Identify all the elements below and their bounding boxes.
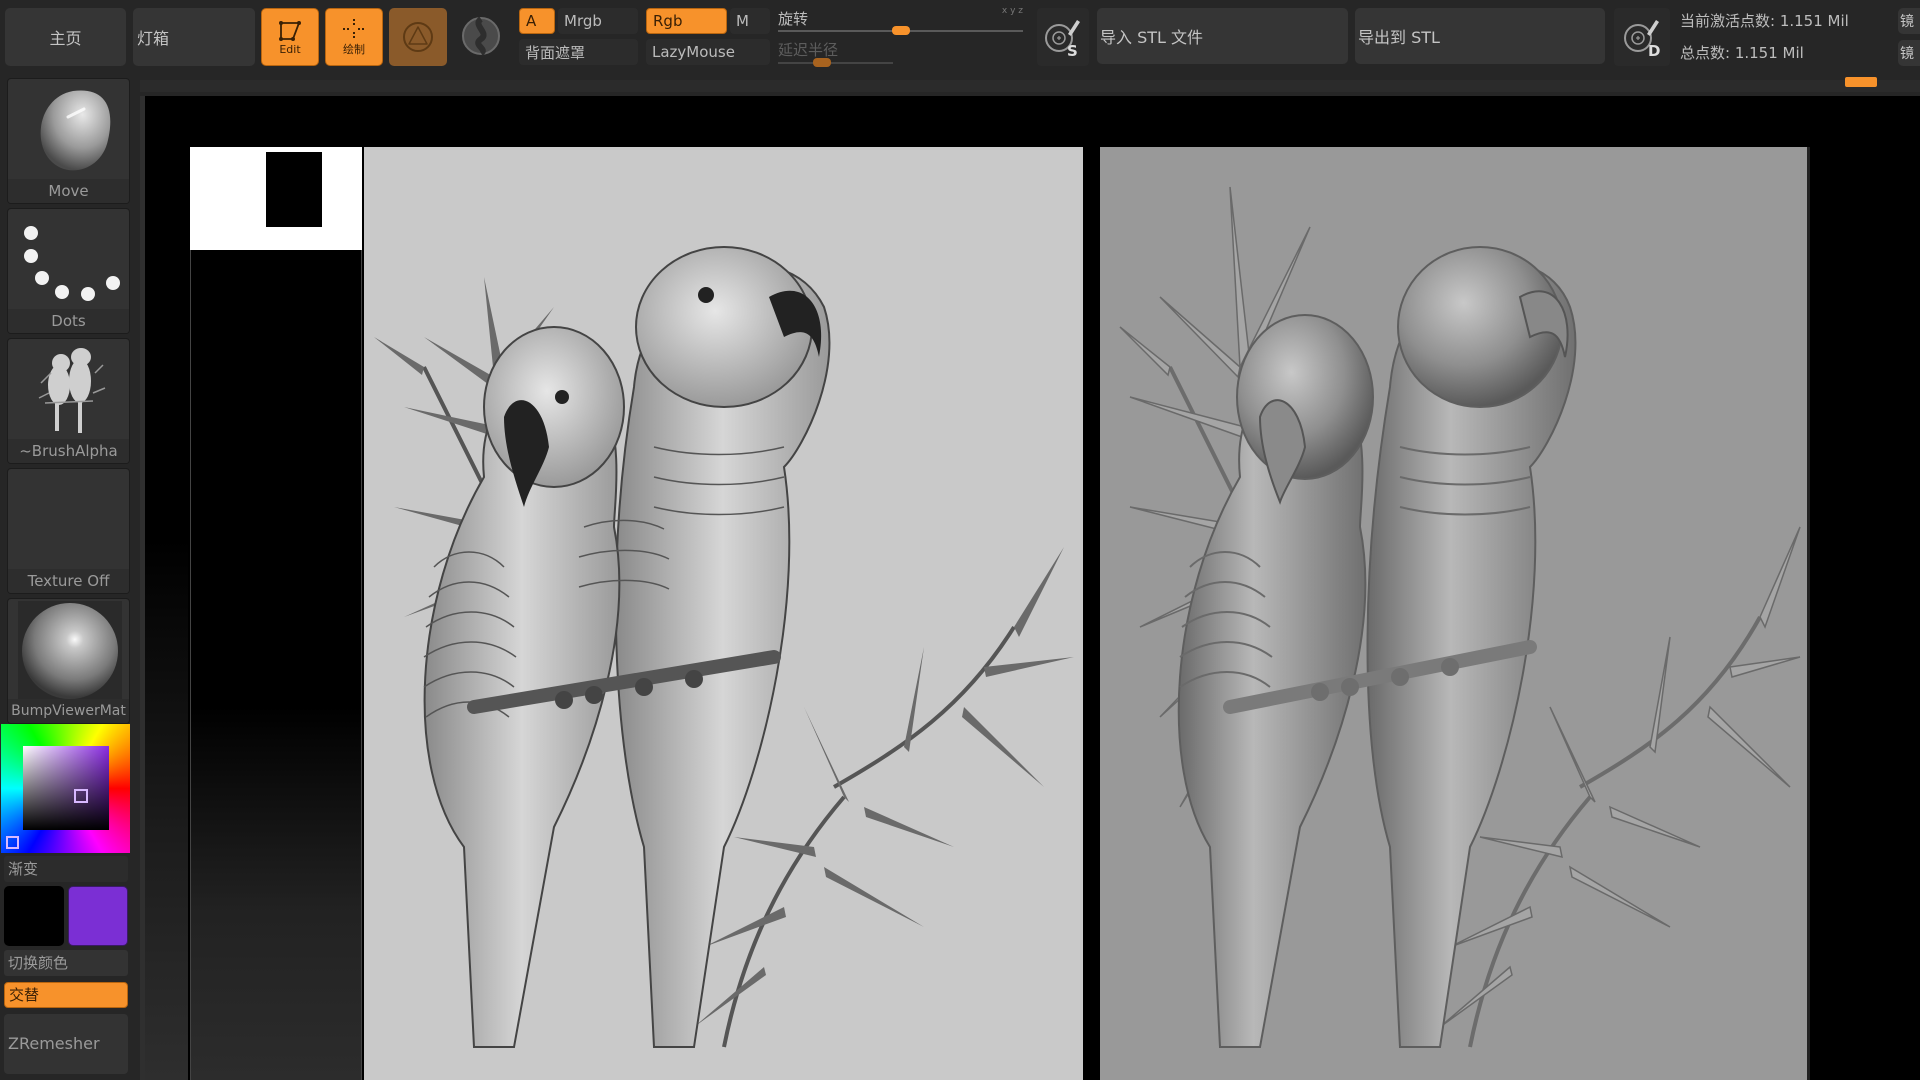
m-label: M [736, 12, 749, 30]
move-brush-icon [40, 90, 111, 171]
home-label: 主页 [49, 29, 82, 48]
parrot-alpha-thumbnail [38, 348, 106, 433]
navigation-thumbnail[interactable] [190, 147, 362, 250]
total-points-readout: 总点数: 1.151 Mil [1680, 44, 1804, 62]
lightbox-button[interactable]: 灯箱 [133, 8, 255, 66]
left-panel: Move Dots ~BrushAlpha Texture Off BumpVi… [0, 74, 138, 1080]
spotlight-s-button[interactable]: S [1037, 8, 1089, 66]
edit-icon [279, 20, 301, 41]
export-stl-label: 导出到 STL [1358, 28, 1440, 47]
edit-label: Edit [279, 42, 301, 56]
draw-crosshair-icon [343, 19, 365, 39]
alpha-label: ~BrushAlpha [8, 439, 129, 463]
rotate-label: 旋转 [778, 10, 809, 28]
alpha-selector[interactable]: ~BrushAlpha [7, 338, 130, 464]
rotate-knob[interactable] [891, 26, 910, 35]
rotate-slider[interactable]: 旋转 x y z [778, 6, 1023, 36]
mirror-label-2: 镜 [1900, 46, 1914, 62]
lightbox-label: 灯箱 [137, 29, 170, 48]
color-picker-cursor[interactable] [74, 789, 88, 803]
a-toggle[interactable]: A [519, 8, 555, 34]
secondary-color-swatch[interactable] [68, 886, 128, 946]
draw-label: 绘制 [343, 43, 365, 56]
import-stl-label: 导入 STL 文件 [1100, 28, 1204, 47]
dots-stroke-icon [24, 226, 120, 301]
xyz-label: x y z [1001, 6, 1023, 16]
rgb-toggle[interactable]: Rgb [646, 8, 727, 34]
shelf-scroll-indicator[interactable] [1845, 77, 1877, 87]
reference-image-drawing [364, 147, 1083, 1080]
spotlight-d-icon [1624, 20, 1659, 52]
home-button[interactable]: 主页 [5, 8, 126, 66]
brush-selector[interactable]: Move [7, 78, 130, 204]
texture-selector[interactable]: Texture Off [7, 468, 130, 594]
rgb-label: Rgb [653, 12, 683, 30]
backface-mask-label: 背面遮罩 [525, 43, 586, 62]
move-mode-button[interactable] [389, 8, 447, 66]
lazy-radius-label: 延迟半径 [778, 41, 839, 59]
switch-color-label: 切换颜色 [8, 954, 69, 972]
gradient-label: 渐变 [8, 860, 39, 878]
spotlight-d-button[interactable]: D [1614, 8, 1670, 66]
thumbnail-lower-area [190, 250, 362, 1080]
mirror-button-2[interactable]: 镜 [1898, 40, 1920, 66]
texture-label: Texture Off [8, 569, 129, 593]
brush-label: Move [8, 179, 129, 203]
zremesher-button[interactable]: ZRemesher [4, 1014, 128, 1074]
parrot-drawing-illustration [374, 246, 1074, 1048]
mrgb-label: Mrgb [564, 12, 602, 30]
navigation-viewport-rect[interactable] [266, 152, 322, 227]
canvas-right-margin [1807, 147, 1920, 1080]
s-badge: S [1067, 42, 1078, 60]
tool-shelf-strip [140, 80, 1920, 92]
stroke-label: Dots [8, 309, 129, 333]
edit-button[interactable]: Edit [261, 8, 319, 66]
mrgb-toggle[interactable]: Mrgb [558, 8, 638, 34]
hue-cursor[interactable] [6, 836, 19, 849]
d-badge: D [1648, 42, 1661, 60]
backface-mask-toggle[interactable]: 背面遮罩 [519, 39, 638, 65]
gradient-toggle[interactable]: 渐变 [4, 856, 128, 882]
saturation-value-square[interactable] [23, 746, 109, 830]
import-stl-button[interactable]: 导入 STL 文件 [1097, 8, 1348, 64]
active-points-readout: 当前激活点数: 1.151 Mil [1680, 12, 1849, 30]
lazymouse-label: LazyMouse [652, 43, 735, 61]
bump-material-sphere-icon [18, 601, 122, 701]
color-picker[interactable] [1, 724, 130, 853]
image-divider [1083, 147, 1100, 1080]
relief-sculpt-view[interactable] [1100, 147, 1807, 1080]
draw-button[interactable]: 绘制 [325, 8, 383, 66]
material-sphere-button[interactable] [460, 15, 502, 57]
top-toolbar: 主页 灯箱 Edit 绘制 A Mrgb Rgb M 背面遮罩 LazyMous… [0, 0, 1920, 78]
alternate-toggle[interactable]: 交替 [4, 982, 128, 1008]
zremesher-label: ZRemesher [8, 1034, 100, 1053]
lazymouse-toggle[interactable]: LazyMouse [646, 39, 770, 65]
material-sphere-icon [462, 16, 500, 56]
move-circle-icon [403, 22, 433, 52]
spotlight-brush-icon [1045, 20, 1080, 52]
a-label: A [526, 12, 537, 30]
mirror-label-1: 镜 [1900, 14, 1914, 30]
export-stl-button[interactable]: 导出到 STL [1355, 8, 1605, 64]
primary-color-swatch[interactable] [4, 886, 64, 946]
stroke-selector[interactable]: Dots [7, 208, 130, 334]
lazy-radius-knob[interactable] [812, 58, 831, 67]
lazy-radius-track [778, 62, 893, 64]
parrot-relief-render [1119, 186, 1801, 1048]
lazy-radius-slider[interactable]: 延迟半径 [778, 38, 893, 68]
mirror-button-1[interactable]: 镜 [1898, 8, 1920, 34]
material-selector[interactable]: BumpViewerMat [7, 598, 130, 724]
alternate-label: 交替 [9, 986, 40, 1004]
material-label: BumpViewerMat [8, 699, 129, 723]
switch-color-button[interactable]: 切换颜色 [4, 950, 128, 976]
m-toggle[interactable]: M [730, 8, 770, 34]
